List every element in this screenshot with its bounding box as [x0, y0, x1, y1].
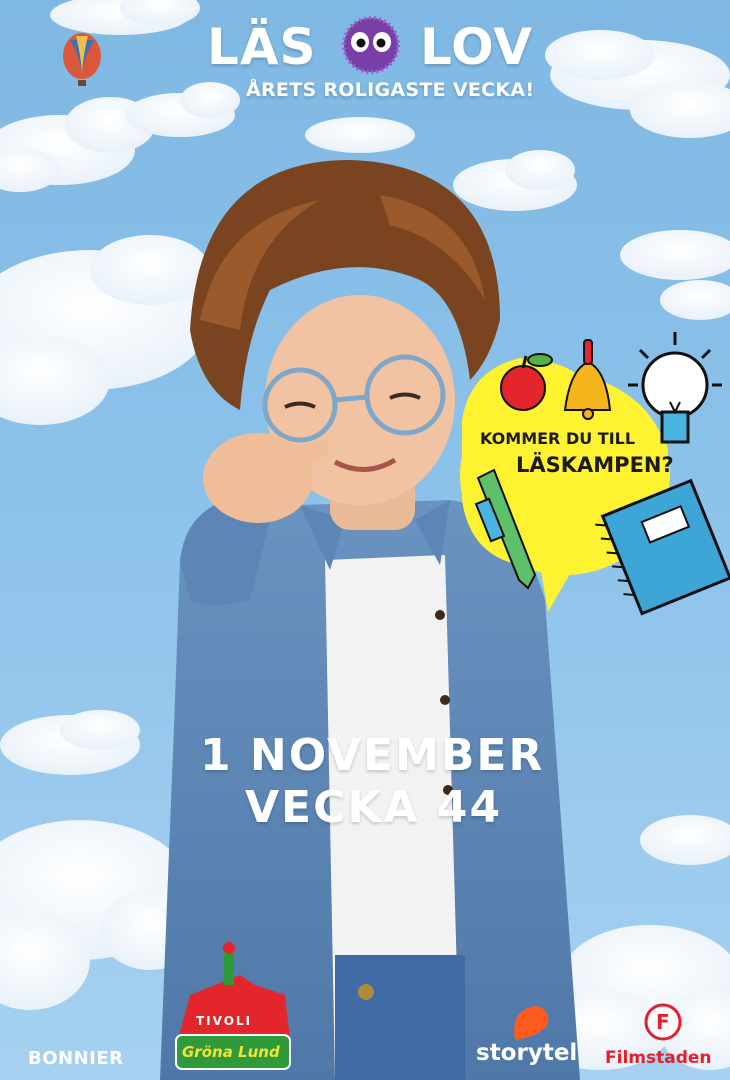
event-week: VECKA 44	[245, 782, 503, 833]
storytel-logo: storytel	[476, 1040, 578, 1066]
hot-air-balloon-icon	[63, 33, 101, 86]
tagline: ÅRETS ROLIGASTE VECKA!	[246, 79, 535, 101]
title-las: LÄS	[207, 18, 317, 76]
cloud	[620, 230, 730, 320]
boy-figure	[160, 160, 580, 1080]
cloud	[50, 0, 200, 35]
filmstaden-logo: Filmstaden	[605, 1048, 712, 1068]
bonnier-logo: BONNIER	[28, 1048, 124, 1069]
cloud	[0, 710, 140, 775]
mascot-icon	[342, 16, 400, 74]
cloud	[640, 815, 730, 865]
grona-lund-logo-text: Gröna Lund	[182, 1043, 280, 1061]
poster: LÄS LOV ÅRETS ROLIGASTE VECKA! KOMMER DU…	[0, 0, 730, 1080]
cloud	[545, 30, 730, 138]
poster-artwork	[0, 0, 730, 1080]
cloud	[0, 235, 210, 425]
title-lov: LOV	[420, 18, 533, 76]
cloud	[453, 150, 577, 211]
bubble-line-2: LÄSKAMPEN?	[516, 453, 674, 477]
bell-icon	[563, 339, 612, 420]
event-date: 1 NOVEMBER	[200, 730, 545, 781]
tivoli-logo-text: TIVOLI	[196, 1014, 253, 1028]
bubble-line-1: KOMMER DU TILL	[480, 429, 636, 448]
filmstaden-mark: F	[656, 1010, 670, 1034]
cloud	[305, 117, 415, 153]
cloud	[125, 82, 240, 137]
